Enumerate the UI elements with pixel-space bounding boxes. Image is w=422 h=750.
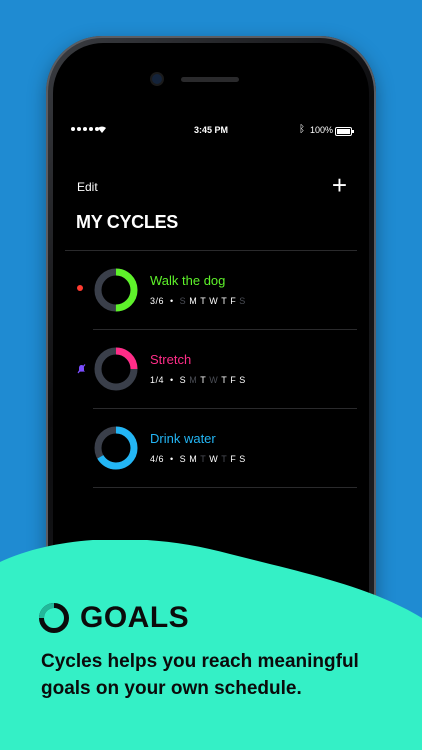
weekday-label: M xyxy=(189,454,198,464)
add-cycle-button[interactable]: + xyxy=(332,172,347,198)
cycle-item-stretch[interactable]: Stretch 1/4 • S M T W T F S xyxy=(65,330,357,409)
cycle-name: Walk the dog xyxy=(150,273,226,288)
bullet: • xyxy=(170,375,174,385)
promo-heading: GOALS xyxy=(38,600,189,636)
cycle-item-drink-water[interactable]: Drink water 4/6 • S M T W T F S xyxy=(65,409,357,488)
progress-ring xyxy=(94,347,138,391)
weekday-list: SMTWTFS xyxy=(180,375,249,385)
cycle-progress: 3/6 xyxy=(150,296,165,306)
promo-panel xyxy=(0,540,422,750)
weekday-label: T xyxy=(200,375,207,385)
cycle-name: Drink water xyxy=(150,431,216,446)
weekday-label: F xyxy=(230,454,237,464)
weekday-label: F xyxy=(230,296,237,306)
weekday-label: S xyxy=(179,375,187,385)
weekday-label: T xyxy=(221,375,228,385)
cycle-meta: 1/4 • S M T W T F S xyxy=(150,375,249,385)
weekday-label: S xyxy=(179,454,187,464)
cycle-meta: 4/6 • S M T W T F S xyxy=(150,454,249,464)
ring-icon xyxy=(39,603,69,633)
progress-ring xyxy=(94,268,138,312)
front-camera xyxy=(152,74,162,84)
weekday-label: F xyxy=(230,375,237,385)
weekday-label: T xyxy=(221,296,228,306)
bullet: • xyxy=(170,296,174,306)
promo-title: GOALS xyxy=(80,601,190,634)
weekday-list: SMTWTFS xyxy=(180,454,249,464)
edit-button[interactable]: Edit xyxy=(77,180,98,194)
weekday-list: SMTWTFS xyxy=(180,296,249,306)
weekday-label: T xyxy=(200,296,207,306)
earpiece-speaker xyxy=(181,77,239,82)
promo-tagline: Cycles helps you reach meaningful goals … xyxy=(41,651,359,699)
weekday-label: S xyxy=(239,454,246,464)
cycle-progress: 1/4 xyxy=(150,375,165,385)
weekday-label: M xyxy=(189,296,198,306)
progress-ring xyxy=(94,426,138,470)
cycle-item-walk-the-dog[interactable]: Walk the dog 3/6 • S M T W T F S xyxy=(65,251,357,330)
muted-bell-icon xyxy=(77,364,86,377)
page-title: MY CYCLES xyxy=(76,212,178,232)
weekday-label: M xyxy=(189,375,198,385)
weekday-label: S xyxy=(179,296,187,306)
weekday-label: W xyxy=(209,454,219,464)
cycle-name: Stretch xyxy=(150,352,192,367)
row-divider xyxy=(93,487,357,488)
cycle-meta: 3/6 • S M T W T F S xyxy=(150,296,249,306)
weekday-label: T xyxy=(221,454,228,464)
status-bar: 3:45 PM ᛒ 100% xyxy=(65,124,357,138)
weekday-label: S xyxy=(239,296,246,306)
weekday-label: T xyxy=(200,454,207,464)
battery-percentage: 100% xyxy=(310,125,334,135)
weekday-label: W xyxy=(209,296,219,306)
alert-dot-icon xyxy=(77,285,83,291)
weekday-label: W xyxy=(209,375,219,385)
weekday-label: S xyxy=(239,375,246,385)
bullet: • xyxy=(170,454,174,464)
cycle-progress: 4/6 xyxy=(150,454,165,464)
battery-icon xyxy=(335,127,354,136)
bluetooth-icon: ᛒ xyxy=(299,124,305,135)
